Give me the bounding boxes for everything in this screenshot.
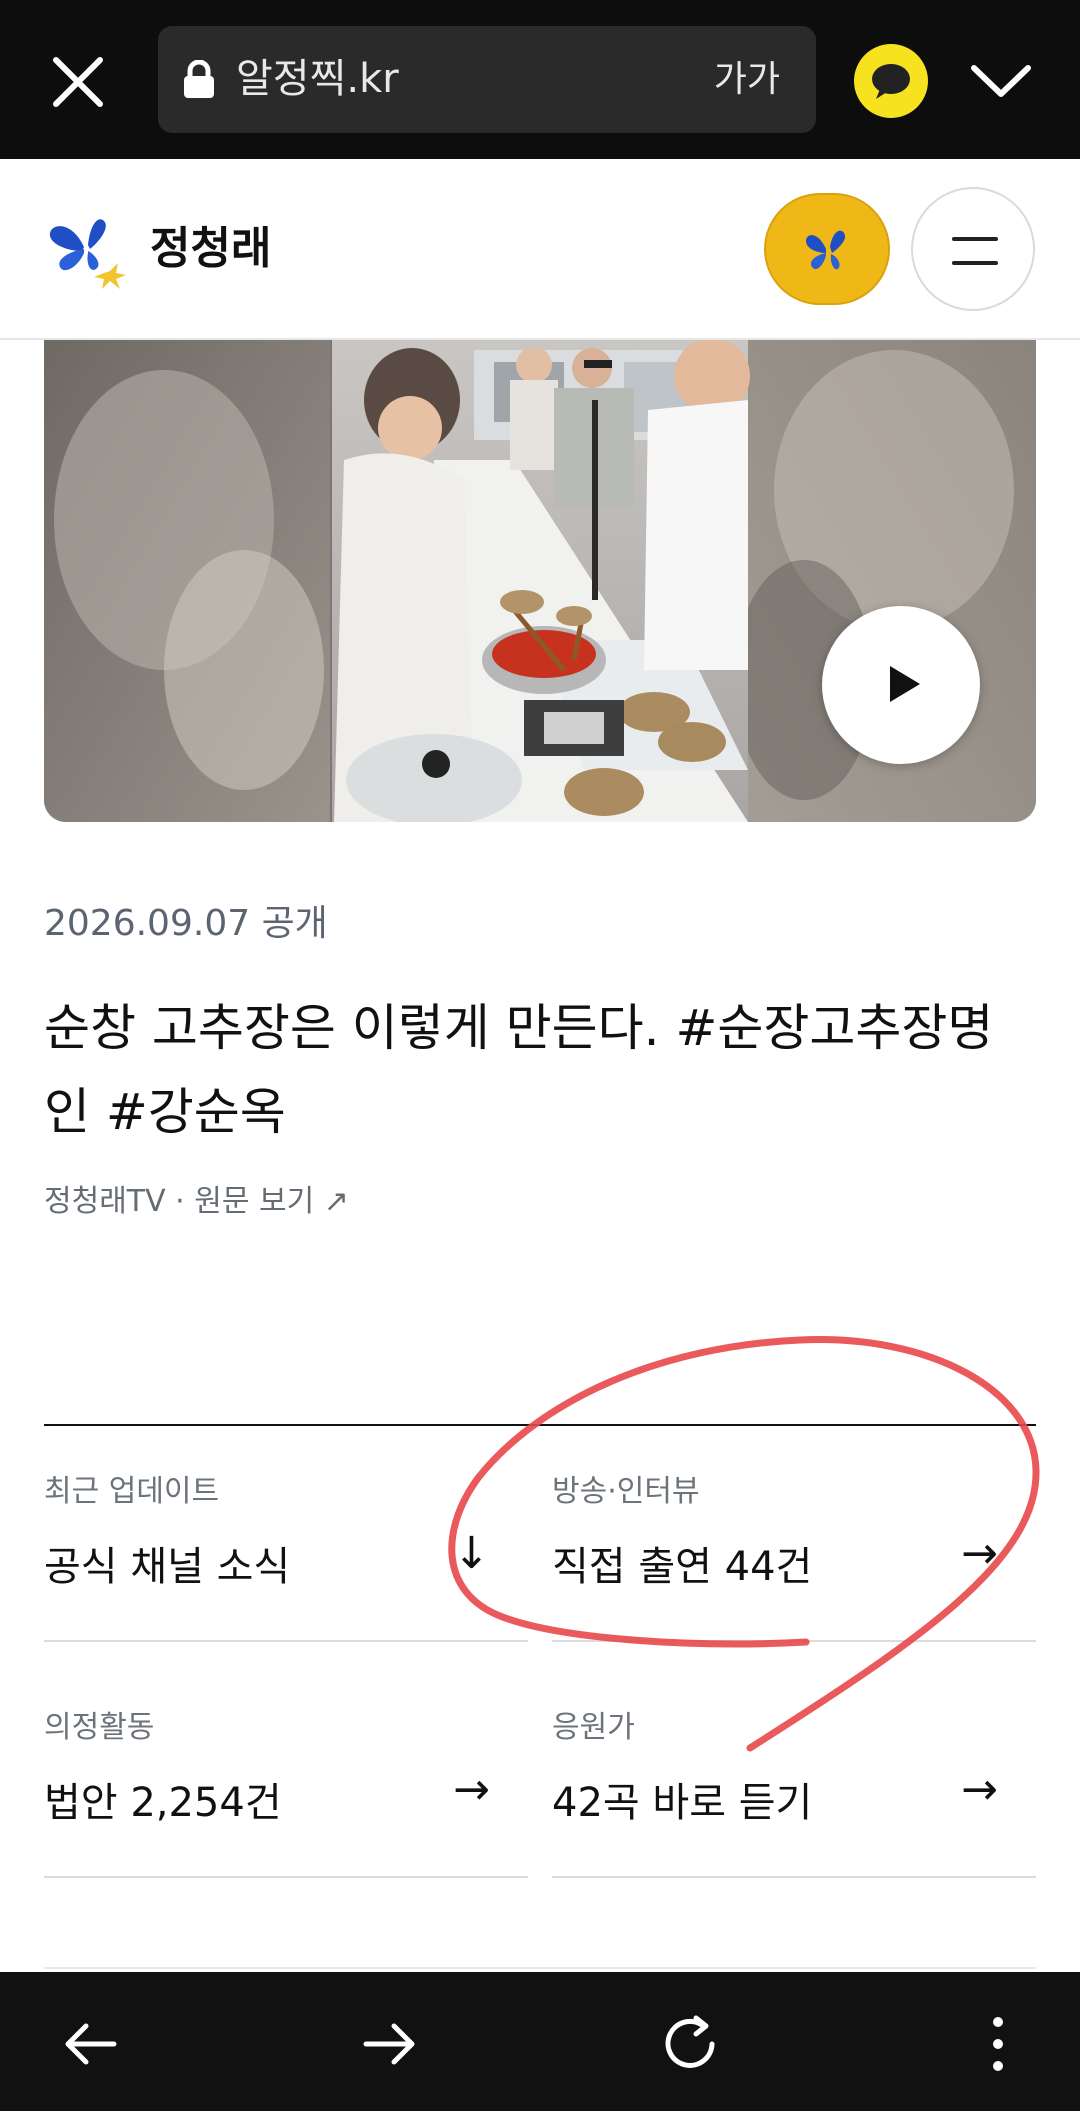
arrow-right-icon: → xyxy=(453,1764,490,1815)
play-button[interactable] xyxy=(822,606,980,764)
more-vertical-icon[interactable] xyxy=(968,2014,1028,2074)
chevron-down-icon[interactable] xyxy=(968,54,1034,108)
site-header: 정청래 xyxy=(0,159,1080,340)
site-title[interactable]: 정청래 xyxy=(150,209,271,289)
butterfly-button[interactable] xyxy=(764,193,890,305)
link-label: 응원가 xyxy=(552,1710,635,1745)
link-legislative-activity[interactable]: 의정활동 법안 2,254건 → xyxy=(44,1662,528,1878)
close-icon[interactable] xyxy=(48,52,108,112)
hamburger-menu-icon[interactable] xyxy=(911,187,1035,311)
article-title: 순창 고추장은 이렇게 만든다. #순장고추장명인 #강순옥 xyxy=(44,999,994,1141)
forward-arrow-icon[interactable] xyxy=(360,2014,420,2074)
play-icon xyxy=(890,666,920,702)
arrow-right-icon: → xyxy=(961,1528,998,1579)
butterfly-icon xyxy=(806,230,846,270)
back-arrow-icon[interactable] xyxy=(60,2014,120,2074)
link-label: 최근 업데이트 xyxy=(44,1474,220,1509)
video-thumbnail[interactable] xyxy=(44,340,1036,822)
link-broadcast-interviews[interactable]: 방송·인터뷰 직접 출연 44건 → xyxy=(552,1426,1036,1642)
link-label: 의정활동 xyxy=(44,1710,155,1745)
url-text: 알정찍.kr xyxy=(236,56,399,102)
butterfly-logo-icon[interactable] xyxy=(44,211,130,293)
link-value: 42곡 바로 듣기 xyxy=(552,1780,813,1826)
arrow-down-icon: ↓ xyxy=(453,1528,490,1579)
menu-bar-bottom xyxy=(952,261,998,265)
browser-toolbar: 알정찍.kr 가가 xyxy=(0,0,1080,159)
menu-bar-top xyxy=(952,237,998,241)
link-cheer-songs[interactable]: 응원가 42곡 바로 듣기 → xyxy=(552,1662,1036,1878)
publish-date: 2026.09.07 공개 xyxy=(44,903,328,944)
link-recent-updates[interactable]: 최근 업데이트 공식 채널 소식 ↓ xyxy=(44,1426,528,1642)
arrow-right-icon: → xyxy=(961,1764,998,1815)
link-value: 직접 출연 44건 xyxy=(552,1544,813,1590)
reload-icon[interactable] xyxy=(662,2014,722,2074)
lock-icon xyxy=(182,59,216,100)
text-size-button[interactable]: 가가 xyxy=(714,26,780,133)
kakao-talk-icon[interactable] xyxy=(854,44,928,118)
link-label: 방송·인터뷰 xyxy=(552,1474,700,1509)
link-value: 공식 채널 소식 xyxy=(44,1544,291,1590)
browser-bottom-nav xyxy=(0,1972,1080,2111)
address-bar[interactable]: 알정찍.kr 가가 xyxy=(158,26,816,133)
page: 알정찍.kr 가가 정청래 2026.09.07 공개 순창 고추장은 이렇게 … xyxy=(0,0,1080,2111)
section-divider xyxy=(44,1967,1036,1969)
link-value: 법안 2,254건 xyxy=(44,1780,282,1826)
source-link[interactable]: 정청래TV · 원문 보기 ↗ xyxy=(44,1182,349,1222)
